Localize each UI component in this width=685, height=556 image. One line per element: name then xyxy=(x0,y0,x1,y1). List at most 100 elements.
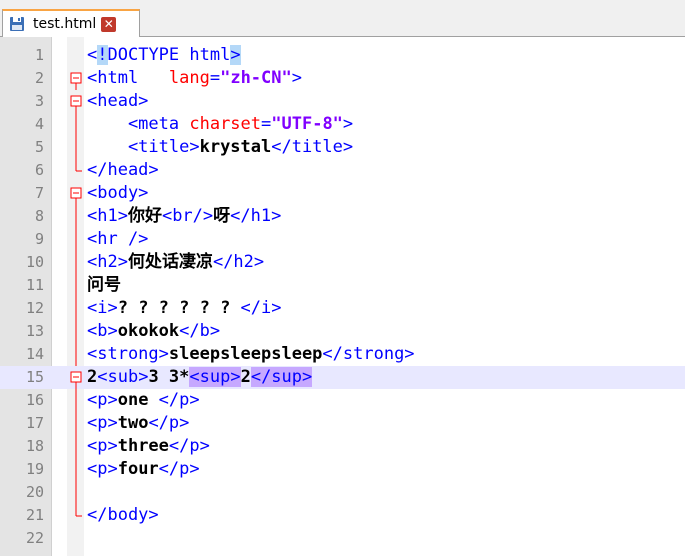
code-token: lang xyxy=(168,68,210,88)
line-number: 4 xyxy=(34,115,44,133)
file-tab[interactable]: test.html ✕ xyxy=(2,9,140,37)
code-line[interactable]: 6 </head> xyxy=(0,159,685,182)
code-line[interactable]: 10 <h2>何处话凄凉</h2> xyxy=(0,251,685,274)
fold-empty xyxy=(70,527,82,550)
code-token: </p> xyxy=(148,413,190,433)
save-disk-icon xyxy=(9,16,25,32)
code-token: </p> xyxy=(158,390,200,410)
code-line[interactable]: 1 <!DOCTYPE html> xyxy=(0,44,685,67)
code-token: </sup> xyxy=(250,367,313,387)
code-token: three xyxy=(117,436,169,456)
code-token: <title> xyxy=(87,137,200,157)
code-line[interactable]: 4 <meta charset="UTF-8"> xyxy=(0,113,685,136)
line-number: 16 xyxy=(25,391,44,409)
code-token: <i> xyxy=(87,298,118,318)
line-text[interactable]: <title>krystal</title> xyxy=(87,137,353,158)
fold-toggle-icon[interactable] xyxy=(70,182,82,205)
line-text[interactable]: <p>three</p> xyxy=(87,436,210,457)
code-token: </p> xyxy=(168,436,210,456)
code-token: > xyxy=(291,68,302,88)
code-token: 问号 xyxy=(87,275,121,295)
close-tab-icon[interactable]: ✕ xyxy=(101,16,117,32)
line-number: 1 xyxy=(34,46,44,64)
code-area[interactable]: 1 <!DOCTYPE html> 2 <html lang="zh-CN"> 3 <he… xyxy=(0,44,685,550)
fold-line-icon xyxy=(75,228,77,251)
code-line[interactable]: 3 <head> xyxy=(0,90,685,113)
code-token: "zh-CN" xyxy=(220,68,292,88)
code-line[interactable]: 20 xyxy=(0,481,685,504)
fold-toggle-icon[interactable] xyxy=(70,90,82,113)
code-line[interactable]: 19 <p>four</p> xyxy=(0,458,685,481)
code-token: </h2> xyxy=(212,252,265,272)
code-line[interactable]: 14 <strong>sleepsleepsleep</strong> xyxy=(0,343,685,366)
line-text[interactable]: <h1>你好<br/>呀</h1> xyxy=(87,206,281,227)
code-line[interactable]: 12 <i>? ? ? ? ? ? </i> xyxy=(0,297,685,320)
line-text[interactable]: <!DOCTYPE html> xyxy=(87,45,241,66)
line-text[interactable]: <p>two</p> xyxy=(87,413,189,434)
line-text[interactable]: </head> xyxy=(87,160,159,181)
fold-line-icon xyxy=(75,458,77,481)
code-token: two xyxy=(117,413,149,433)
line-text[interactable]: </body> xyxy=(87,505,159,526)
code-token: <head> xyxy=(87,91,149,111)
line-number: 14 xyxy=(25,345,44,363)
code-token: </p> xyxy=(158,459,200,479)
fold-toggle-icon[interactable] xyxy=(70,67,82,90)
code-token: > xyxy=(230,45,241,65)
code-line[interactable]: 16 <p>one </p> xyxy=(0,389,685,412)
line-number: 6 xyxy=(34,161,44,179)
code-line[interactable]: 17 <p>two</p> xyxy=(0,412,685,435)
line-text[interactable]: <hr /> xyxy=(87,229,148,250)
code-token: <p> xyxy=(87,436,118,456)
line-text[interactable]: <p>one </p> xyxy=(87,390,200,411)
fold-line-icon xyxy=(75,205,77,228)
line-text[interactable]: <i>? ? ? ? ? ? </i> xyxy=(87,298,282,319)
code-token: </body> xyxy=(87,505,159,525)
line-text[interactable]: <p>four</p> xyxy=(87,459,200,480)
line-text[interactable]: <b>okokok</b> xyxy=(87,321,220,342)
line-text[interactable]: <h2>何处话凄凉</h2> xyxy=(87,252,264,273)
code-line[interactable]: 2 <html lang="zh-CN"> xyxy=(0,67,685,90)
line-text[interactable]: 2<sub>3 3*<sup>2</sup> xyxy=(87,367,313,388)
line-number: 19 xyxy=(25,460,44,478)
fold-line-icon xyxy=(75,412,77,435)
code-line[interactable]: 15 2<sub>3 3*<sup>2</sup> xyxy=(0,366,685,389)
fold-toggle-icon[interactable] xyxy=(70,366,82,389)
code-line[interactable]: 11 问号 xyxy=(0,274,685,297)
fold-line-icon xyxy=(75,274,77,297)
code-token: one xyxy=(117,390,159,410)
code-line[interactable]: 7 <body> xyxy=(0,182,685,205)
code-token: <html xyxy=(87,68,169,88)
code-token: </title> xyxy=(271,137,354,157)
code-token: </h1> xyxy=(230,206,282,226)
code-token: = xyxy=(261,114,272,134)
code-token: <hr /> xyxy=(87,229,149,249)
line-text[interactable]: <head> xyxy=(87,91,148,112)
code-token: <meta xyxy=(87,114,190,134)
code-line[interactable]: 5 <title>krystal</title> xyxy=(0,136,685,159)
code-line[interactable]: 18 <p>three</p> xyxy=(0,435,685,458)
fold-line-icon xyxy=(75,481,77,504)
code-line[interactable]: 22 xyxy=(0,527,685,550)
code-token: krystal xyxy=(199,137,272,157)
line-text[interactable]: <strong>sleepsleepsleep</strong> xyxy=(87,344,415,365)
line-text[interactable]: <html lang="zh-CN"> xyxy=(87,68,302,89)
code-line[interactable]: 13 <b>okokok</b> xyxy=(0,320,685,343)
fold-line-icon xyxy=(75,136,77,159)
code-token: 2 xyxy=(240,367,251,387)
code-line[interactable]: 9 <hr /> xyxy=(0,228,685,251)
line-number: 22 xyxy=(25,529,44,547)
line-number: 20 xyxy=(25,483,44,501)
code-editor[interactable]: 1 <!DOCTYPE html> 2 <html lang="zh-CN"> 3 <he… xyxy=(0,37,685,556)
line-number: 17 xyxy=(25,414,44,432)
line-number: 9 xyxy=(34,230,44,248)
line-number: 11 xyxy=(25,276,44,294)
line-text[interactable]: <meta charset="UTF-8"> xyxy=(87,114,353,135)
code-token: <p> xyxy=(87,390,118,410)
line-text[interactable]: <body> xyxy=(87,183,148,204)
code-line[interactable]: 21 </body> xyxy=(0,504,685,527)
line-text[interactable]: 问号 xyxy=(87,275,121,296)
code-line[interactable]: 8 <h1>你好<br/>呀</h1> xyxy=(0,205,685,228)
code-token: 你好 xyxy=(127,206,162,226)
tab-bar: test.html ✕ xyxy=(0,0,685,37)
